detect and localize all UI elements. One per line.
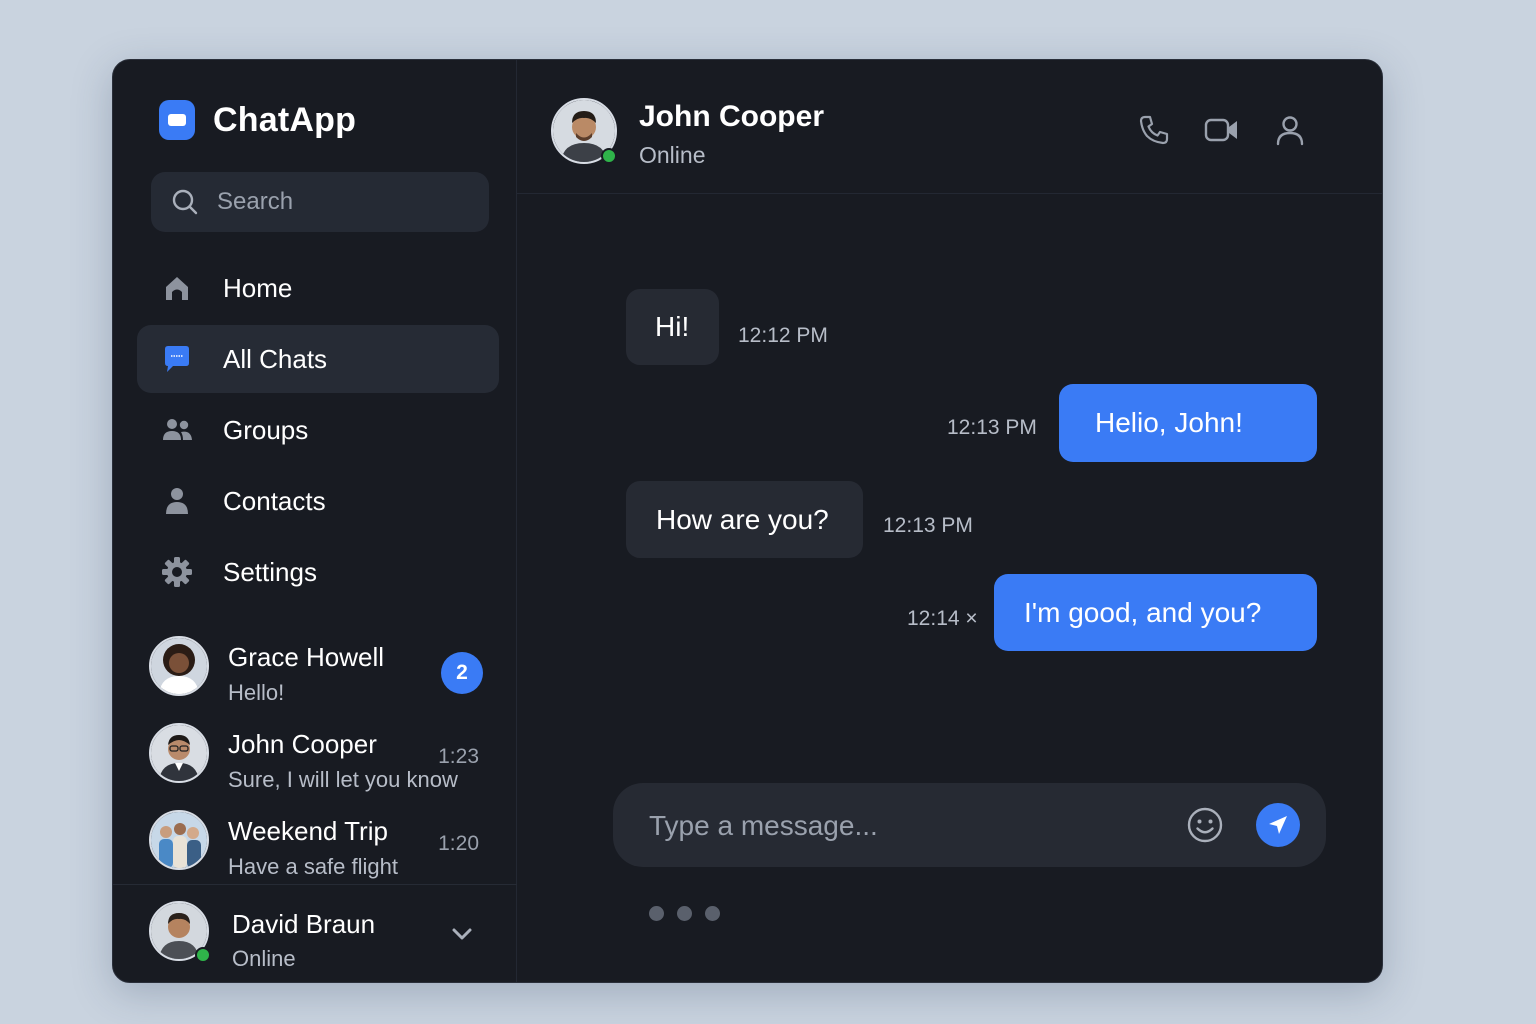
chat-preview: Sure, I will let you know xyxy=(228,767,458,792)
message-time: 12:12 PM xyxy=(738,324,828,347)
app-name: ChatApp xyxy=(213,100,357,139)
nav-label-groups: Groups xyxy=(223,414,309,445)
nav-label-settings: Settings xyxy=(223,556,317,587)
nav-label-contacts: Contacts xyxy=(223,485,326,516)
avatar xyxy=(149,723,209,783)
header-actions xyxy=(1136,112,1308,148)
contact-name: John Cooper xyxy=(639,100,824,133)
gear-icon xyxy=(161,556,193,588)
message-bubble-outgoing: Helio, John! xyxy=(1059,384,1317,462)
groups-icon xyxy=(161,414,193,446)
unread-badge: 2 xyxy=(441,652,483,694)
chat-name: Weekend Trip xyxy=(228,816,388,846)
typing-dot xyxy=(705,906,720,921)
user-status: Online xyxy=(232,946,296,971)
message-time: 12:14 × xyxy=(907,607,978,630)
search-box[interactable] xyxy=(151,172,489,232)
profile-icon[interactable] xyxy=(1272,112,1308,148)
online-status-dot xyxy=(601,148,617,164)
chevron-down-icon[interactable] xyxy=(449,921,475,952)
conversation-panel: John Cooper Online Hi! 12:12 PM 12:13 PM… xyxy=(517,60,1382,982)
nav-item-home[interactable]: Home xyxy=(137,254,499,322)
typing-dot xyxy=(649,906,664,921)
send-icon xyxy=(1269,816,1287,834)
chat-preview: Have a safe flight xyxy=(228,854,398,879)
nav-item-settings[interactable]: Settings xyxy=(137,538,499,606)
message-input[interactable] xyxy=(647,803,1171,849)
message-time: 12:13 PM xyxy=(947,416,1037,439)
contact-status: Online xyxy=(639,142,706,168)
chat-list: Grace Howell Hello! 2 John Cooper Sure, … xyxy=(113,630,517,891)
message-time: 12:13 PM xyxy=(883,514,973,537)
avatar xyxy=(149,636,209,696)
message-composer xyxy=(613,783,1326,867)
emoji-icon[interactable] xyxy=(1186,806,1224,849)
chat-bubble-icon xyxy=(161,343,193,375)
app-window: ChatApp Home xyxy=(112,59,1383,983)
sidebar: ChatApp Home xyxy=(113,60,517,982)
chat-name: Grace Howell xyxy=(228,642,385,672)
main-nav: Home All Chats Groups Contacts Settings xyxy=(137,254,499,609)
typing-indicator xyxy=(649,906,720,921)
chat-item-grace-howell[interactable]: Grace Howell Hello! 2 xyxy=(113,630,517,717)
typing-dot xyxy=(677,906,692,921)
message-bubble-incoming: Hi! xyxy=(626,289,719,365)
message-bubble-outgoing: I'm good, and you? xyxy=(994,574,1317,651)
brand: ChatApp xyxy=(159,100,356,140)
video-camera-icon[interactable] xyxy=(1204,112,1240,148)
group-avatar xyxy=(149,810,209,870)
home-icon xyxy=(161,272,193,304)
chat-name: John Cooper xyxy=(228,729,377,759)
online-status-dot xyxy=(195,947,211,963)
phone-icon[interactable] xyxy=(1136,112,1172,148)
current-user-bar[interactable]: David Braun Online xyxy=(113,884,517,982)
nav-label-home: Home xyxy=(223,272,293,303)
nav-item-all-chats[interactable]: All Chats xyxy=(137,325,499,393)
chat-time: 1:20 xyxy=(438,832,479,855)
nav-item-contacts[interactable]: Contacts xyxy=(137,467,499,535)
conversation-header: John Cooper Online xyxy=(517,60,1382,194)
nav-item-groups[interactable]: Groups xyxy=(137,396,499,464)
message-bubble-incoming: How are you? xyxy=(626,481,863,558)
nav-label-all-chats: All Chats xyxy=(223,343,328,374)
contact-icon xyxy=(161,485,193,517)
chatapp-logo-icon xyxy=(159,100,195,140)
chat-time: 1:23 xyxy=(438,745,479,768)
chat-item-john-cooper[interactable]: John Cooper Sure, I will let you know 1:… xyxy=(113,717,517,804)
send-button[interactable] xyxy=(1256,803,1300,847)
user-name: David Braun xyxy=(232,909,376,939)
chat-preview: Hello! xyxy=(228,680,285,705)
search-input[interactable] xyxy=(215,187,479,217)
chat-item-weekend-trip[interactable]: Weekend Trip Have a safe flight 1:20 xyxy=(113,804,517,891)
search-icon xyxy=(172,189,198,215)
